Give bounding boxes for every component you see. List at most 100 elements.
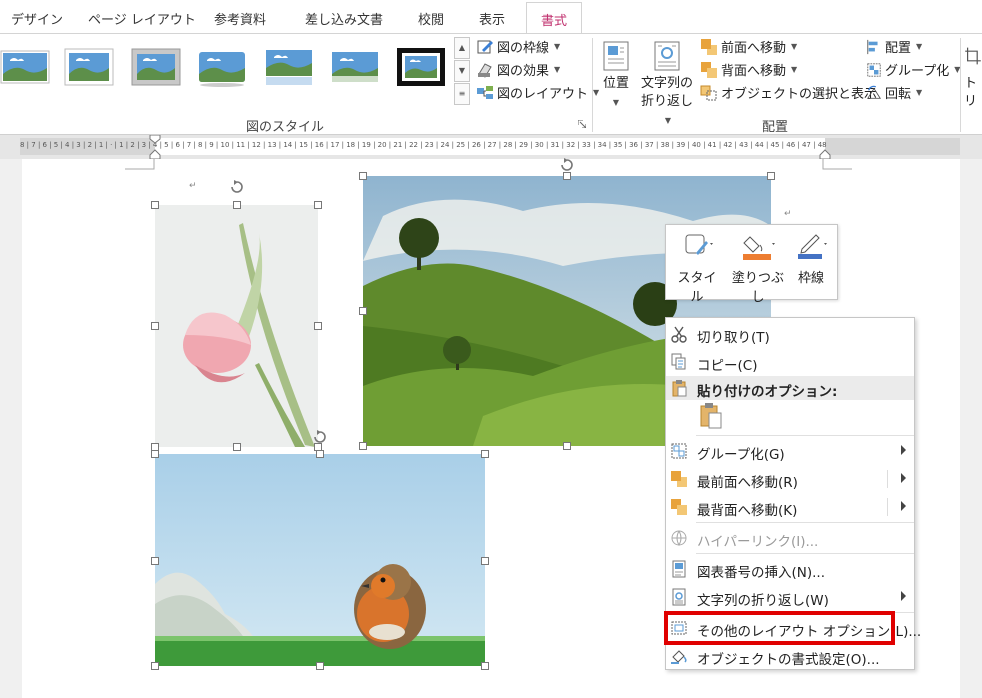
group-ribbon-button[interactable]: グループ化 ▼ <box>866 60 960 79</box>
horizontal-ruler[interactable]: 8 | 7 | 6 | 5 | 4 | 3 | 2 | 1 | · | 1 | … <box>0 135 982 159</box>
tulip-handle-tr[interactable] <box>314 201 322 209</box>
crop-label: トリ <box>964 76 978 109</box>
gallery-more[interactable]: ≡ <box>454 83 470 105</box>
group-ribbon-label: グループ化 <box>885 64 950 79</box>
highlight-box <box>664 611 895 645</box>
robin-handle-tm[interactable] <box>316 450 324 458</box>
left-indent-marker[interactable] <box>149 145 161 159</box>
tulip-handle-bm[interactable] <box>233 443 241 451</box>
robin-handle-tl[interactable] <box>151 450 159 458</box>
tab-design[interactable]: デザイン <box>11 9 63 28</box>
robin-handle-bm[interactable] <box>316 662 324 670</box>
picture-style-thumb-6[interactable] <box>330 46 380 88</box>
send-backward-icon <box>701 61 717 78</box>
robin-rotate-icon[interactable] <box>312 429 328 445</box>
menu-item-bring-to-front[interactable]: 最前面へ移動(R) <box>666 465 914 493</box>
align-label: 配置 <box>885 41 912 56</box>
send-to-back-icon <box>671 499 687 515</box>
robin-handle-mr[interactable] <box>481 557 489 565</box>
gallery-scroll-down[interactable]: ▼ <box>454 60 470 82</box>
hills-rotate-icon[interactable] <box>559 157 575 173</box>
dialog-launcher-icon[interactable] <box>578 120 586 128</box>
send-backward-button[interactable]: 背面へ移動 ▼ <box>700 60 797 79</box>
selection-pane-button[interactable]: オブジェクトの選択と表示 <box>700 83 877 102</box>
chevron-right-icon[interactable] <box>901 473 906 483</box>
gallery-scroll-up[interactable]: ▲ <box>454 37 470 59</box>
picture-layout-button[interactable]: 図のレイアウト ▼ <box>476 83 599 102</box>
paste-options-label: 貼り付けのオプション: <box>697 384 838 400</box>
position-label: 位置 <box>602 76 629 91</box>
tab-review[interactable]: 校閲 <box>418 9 444 28</box>
hills-handle-tm[interactable] <box>563 172 571 180</box>
group-ribbon-icon <box>867 62 881 77</box>
hills-handle-tr[interactable] <box>767 172 775 180</box>
margin-mark-right <box>822 159 852 170</box>
menu-group-label: グループ化(G) <box>697 447 785 463</box>
picture-effects-label: 図の効果 <box>497 64 550 79</box>
robin-handle-br[interactable] <box>481 662 489 670</box>
align-button[interactable]: 配置 ▼ <box>866 37 922 56</box>
tulip-handle-ml[interactable] <box>151 322 159 330</box>
outline-pen-icon <box>798 234 827 259</box>
bring-to-front-icon <box>671 471 687 487</box>
hills-handle-bl[interactable] <box>359 442 367 450</box>
menu-hyperlink-label: ハイパーリンク(I)... <box>697 534 819 550</box>
crop-icon <box>965 47 981 65</box>
hills-handle-ml[interactable] <box>359 307 367 315</box>
mini-style-button[interactable]: スタイル <box>674 231 720 305</box>
tab-view[interactable]: 表示 <box>479 9 505 28</box>
menu-item-wrap-text[interactable]: 文字列の折り返し(W) <box>666 583 914 611</box>
hills-handle-tl[interactable] <box>359 172 367 180</box>
tulip-rotate-icon[interactable] <box>229 179 245 195</box>
robin-handle-bl[interactable] <box>151 662 159 670</box>
mini-fill-button[interactable]: 塗りつぶし <box>728 231 788 305</box>
clipboard-icon <box>672 380 687 397</box>
mini-outline-label: 枠線 <box>797 271 824 286</box>
bring-forward-button[interactable]: 前面へ移動 ▼ <box>700 37 797 56</box>
hyperlink-icon <box>671 530 687 547</box>
picture-layout-label: 図のレイアウト <box>497 87 589 102</box>
tulip-handle-tl[interactable] <box>151 201 159 209</box>
tulip-handle-tm[interactable] <box>233 201 241 209</box>
rotate-button[interactable]: 回転 ▼ <box>866 83 922 102</box>
picture-border-icon <box>477 40 493 53</box>
position-button[interactable]: 位置 ▼ <box>598 40 634 112</box>
menu-item-group[interactable]: グループ化(G) <box>666 437 914 465</box>
tulip-picture[interactable] <box>155 205 318 447</box>
menu-item-cut[interactable]: 切り取り(T) <box>666 320 914 348</box>
tab-references[interactable]: 参考資料 <box>214 9 266 28</box>
paste-options-header: 貼り付けのオプション: <box>666 376 914 400</box>
tab-mailings[interactable]: 差し込み文書 <box>305 9 383 28</box>
picture-border-button[interactable]: 図の枠線 ▼ <box>476 37 560 56</box>
wrap-text-ribbon-button[interactable]: 文字列の 折り返し▼ <box>638 40 696 130</box>
picture-style-thumb-7[interactable] <box>396 46 446 88</box>
arrange-group-label: 配置 <box>762 120 789 135</box>
menu-item-format-object[interactable]: オブジェクトの書式設定(O)... <box>666 642 914 670</box>
menu-item-hyperlink[interactable]: ハイパーリンク(I)... <box>666 524 914 552</box>
tulip-handle-mr[interactable] <box>314 322 322 330</box>
picture-style-thumb-4[interactable] <box>197 46 247 88</box>
hills-handle-bm[interactable] <box>563 442 571 450</box>
menu-item-insert-caption[interactable]: 図表番号の挿入(N)... <box>666 555 914 583</box>
tab-format[interactable]: 書式 <box>526 2 583 34</box>
robin-handle-ml[interactable] <box>151 557 159 565</box>
robin-handle-tr[interactable] <box>481 450 489 458</box>
picture-effects-button[interactable]: 図の効果 ▼ <box>476 60 560 79</box>
caption-icon <box>672 560 686 578</box>
menu-item-copy[interactable]: コピー(C) <box>666 348 914 376</box>
right-indent-marker[interactable] <box>819 145 831 159</box>
copy-icon <box>671 353 686 370</box>
chevron-right-icon[interactable] <box>901 501 906 511</box>
chevron-right-icon <box>901 445 906 455</box>
picture-style-thumb-5[interactable] <box>264 46 314 88</box>
crop-button[interactable]: トリ <box>964 40 982 111</box>
picture-style-thumb-3[interactable] <box>131 46 181 88</box>
mini-outline-button[interactable]: 枠線 <box>790 231 832 286</box>
tab-page-layout[interactable]: ページ レイアウト <box>88 9 196 28</box>
menu-item-send-to-back[interactable]: 最背面へ移動(K) <box>666 493 914 521</box>
wrap-text-icon <box>672 588 686 606</box>
paste-keep-format-icon[interactable] <box>698 402 724 430</box>
robin-picture[interactable] <box>155 454 485 666</box>
picture-style-thumb-1[interactable] <box>0 46 50 88</box>
picture-style-thumb-2[interactable] <box>64 46 114 88</box>
